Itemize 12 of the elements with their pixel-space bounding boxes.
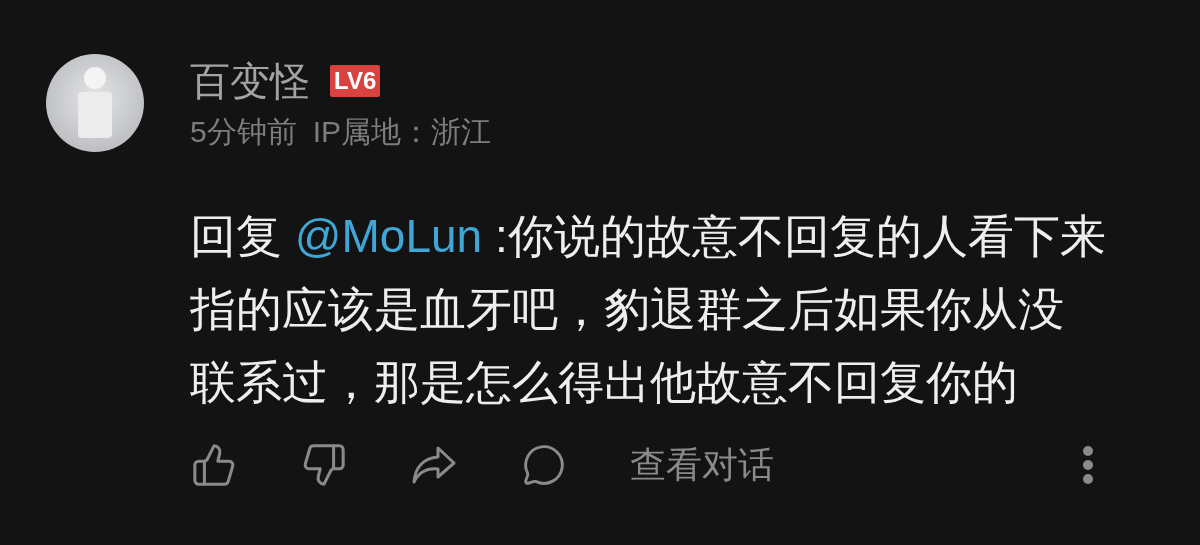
ip-location: IP属地：浙江	[312, 114, 492, 150]
author-name: 百变怪	[190, 58, 310, 105]
thumbs-down-icon	[301, 442, 347, 488]
comment-icon	[522, 443, 566, 487]
more-icon	[1082, 445, 1094, 485]
share-icon	[411, 445, 457, 485]
comment-text: 回复 @MoLun :你说的故意不回复的人看下来 指的应该是血牙吧，豹退群之后如果你从没 联系过，那是怎么得出他故意不回复你的	[190, 209, 1107, 410]
mention-link[interactable]: @MoLun	[294, 210, 483, 262]
view-conversation-link[interactable]: 查看对话	[630, 443, 774, 487]
thumbs-up-icon	[191, 442, 237, 488]
level-badge: LV6	[330, 65, 381, 97]
post-time: 5分钟前	[190, 114, 297, 150]
